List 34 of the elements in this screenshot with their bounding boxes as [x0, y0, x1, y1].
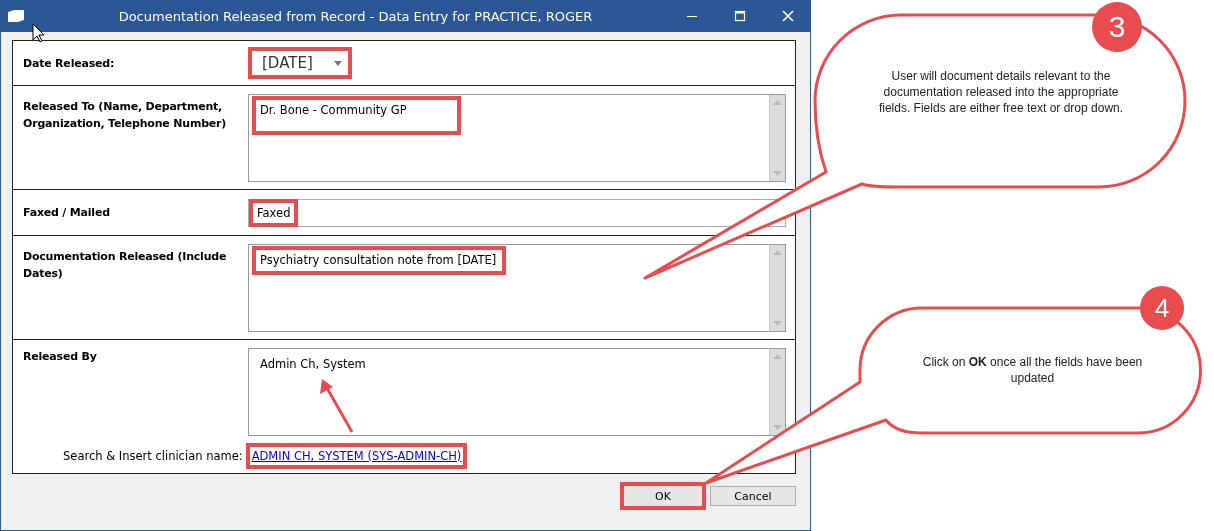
text-area[interactable]: Psychiatry consultation note from [DATE] — [248, 244, 786, 332]
up-arrow-icon[interactable] — [773, 250, 782, 255]
text-area[interactable]: Admin Ch, System — [248, 348, 786, 436]
step-number: 3 — [1107, 12, 1127, 42]
step-badge — [1140, 286, 1184, 330]
field-label: Date Released: — [23, 55, 116, 72]
clinician-link[interactable]: ADMIN CH, SYSTEM (SYS-ADMIN-CH) — [245, 443, 468, 469]
down-arrow-icon[interactable] — [773, 321, 782, 326]
callout-text: Click on OK once all the fields have been updated — [921, 354, 1144, 386]
down-arrow-icon[interactable] — [773, 171, 782, 176]
scrollbar[interactable] — [769, 245, 785, 331]
date-dropdown[interactable]: [DATE] — [248, 47, 352, 79]
step-badge — [1092, 2, 1142, 52]
text-area[interactable]: Dr. Bone - Community GP — [248, 94, 786, 182]
caret-icon — [334, 60, 342, 66]
dialog-button[interactable]: Cancel — [710, 486, 796, 506]
up-arrow-icon[interactable] — [773, 100, 782, 105]
pointer-arrow — [320, 379, 354, 433]
field-label: Released By — [23, 349, 98, 365]
scrollbar[interactable] — [769, 95, 785, 181]
field-label: Documentation Released (Include Dates) — [23, 249, 228, 282]
step-number: 4 — [1153, 293, 1171, 323]
search-label: Search & Insert clinician name: — [63, 449, 243, 463]
dialog-button[interactable]: OK — [620, 482, 706, 510]
callout-text: User will document details relevant to the documentation released into the appropriate fields. Fields are either free text or drop down. — [877, 68, 1125, 116]
maximize-icon[interactable] — [734, 10, 746, 22]
window-title: Documentation Released from Record - Data Entry for PRACTICE, ROGER — [117, 8, 594, 24]
field-label: Released To (Name, Department, Organization, Telephone Number) — [23, 99, 228, 132]
scrollbar[interactable] — [769, 349, 785, 435]
up-arrow-icon[interactable] — [773, 354, 782, 359]
window-icon — [7, 9, 25, 23]
close-icon[interactable] — [782, 10, 794, 22]
down-arrow-icon[interactable] — [773, 425, 782, 430]
field-label: Faxed / Mailed — [23, 205, 111, 221]
